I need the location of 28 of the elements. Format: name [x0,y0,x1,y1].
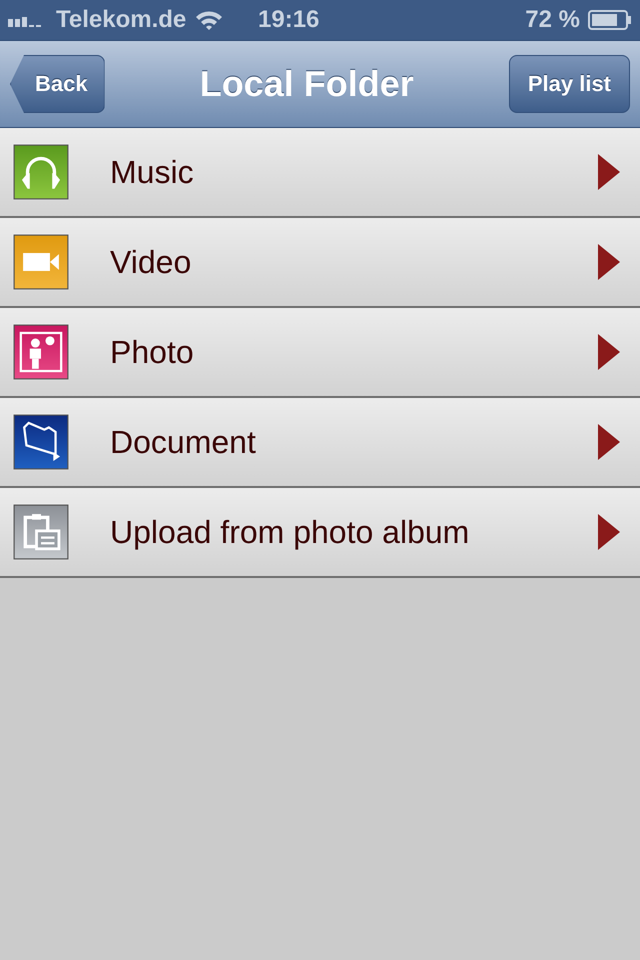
play-list-button[interactable]: Play list [508,55,630,113]
list-row[interactable]: Video [0,218,640,308]
screen-title: Local Folder [200,63,414,105]
list-row[interactable]: Photo [0,308,640,398]
carrier-name: Telekom.de [56,6,186,34]
row-label: Upload from photo album [110,514,470,550]
row-label: Video [110,244,192,280]
video-camera-icon [13,234,69,290]
list-row[interactable]: Document [0,398,640,488]
clipboard-icon [13,504,69,560]
folder-icon [13,414,69,470]
row-label: Photo [110,334,195,370]
battery-icon [588,10,632,30]
disclosure-arrow-icon [598,424,620,460]
list-row[interactable]: Music [0,128,640,218]
disclosure-arrow-icon [598,514,620,550]
row-label: Document [110,424,257,460]
status-time: 19:16 [258,6,320,34]
headphones-icon [13,144,69,200]
wifi-icon [194,9,224,31]
back-button[interactable]: Back [10,55,105,113]
list-row[interactable]: Upload from photo album [0,488,640,578]
row-label: Music [110,154,195,190]
battery-percent: 72 % [525,6,580,34]
disclosure-arrow-icon [598,244,620,280]
disclosure-arrow-icon [598,334,620,370]
disclosure-arrow-icon [598,154,620,190]
person-picture-icon [13,324,69,380]
